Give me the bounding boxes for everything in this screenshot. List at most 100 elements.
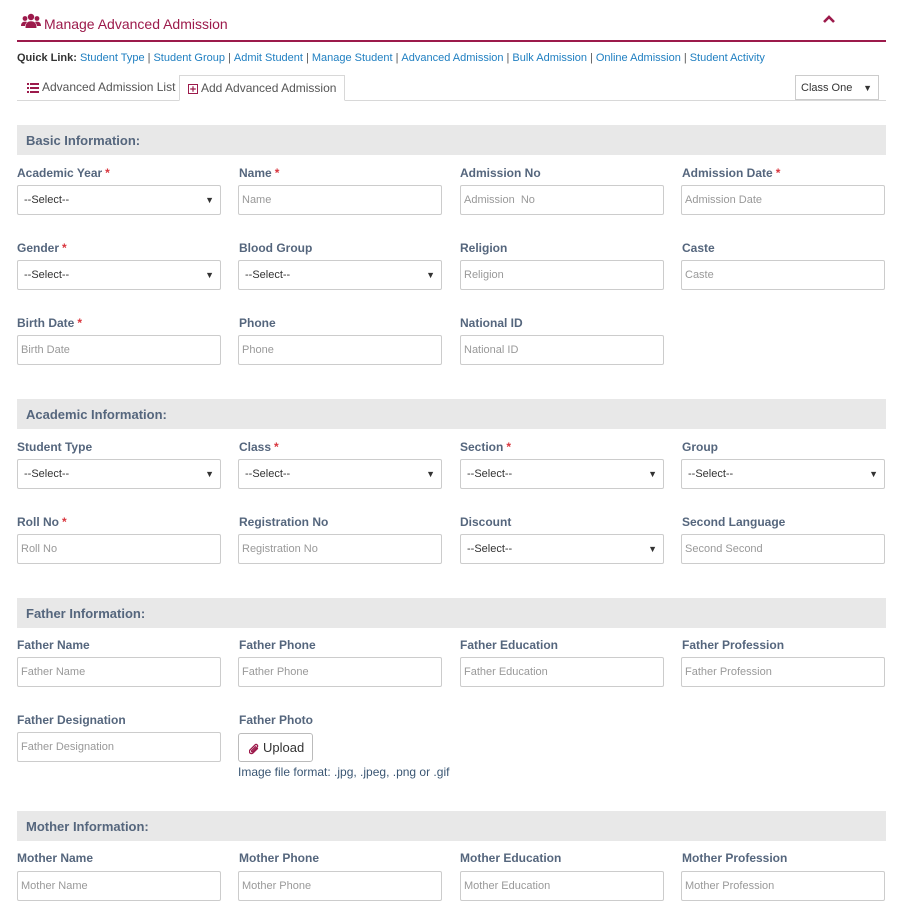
father-name-label: Father Name bbox=[17, 638, 90, 652]
blood-group-select[interactable]: --Select-- ▼ bbox=[238, 260, 442, 290]
birth-date-label: Birth Date * bbox=[17, 316, 83, 330]
caret-down-icon: ▼ bbox=[869, 469, 878, 479]
religion-label: Religion bbox=[460, 241, 508, 255]
section-select[interactable]: --Select-- ▼ bbox=[460, 459, 664, 489]
quick-link-online-admission[interactable]: Online Admission bbox=[596, 52, 681, 64]
caret-down-icon: ▼ bbox=[205, 270, 214, 280]
separator: | bbox=[228, 52, 231, 64]
tab-advanced-admission-list[interactable]: Advanced Admission List bbox=[17, 75, 183, 99]
gender-label: Gender * bbox=[17, 241, 67, 255]
panel-header: Manage Advanced Admission bbox=[17, 0, 886, 42]
father-designation-label: Father Designation bbox=[17, 713, 126, 727]
father-photo-label: Father Photo bbox=[239, 713, 313, 727]
mother-education-input[interactable] bbox=[460, 871, 664, 901]
mother-profession-input[interactable] bbox=[681, 871, 885, 901]
section-basic-information: Basic Information: bbox=[17, 125, 886, 155]
registration-no-input[interactable] bbox=[238, 534, 442, 564]
separator: | bbox=[506, 52, 510, 64]
roll-no-label: Roll No * bbox=[17, 515, 67, 529]
name-input[interactable] bbox=[238, 185, 442, 215]
father-phone-label: Father Phone bbox=[239, 638, 316, 652]
image-format-hint: Image file format: .jpg, .jpeg, .png or … bbox=[238, 765, 450, 779]
national-id-input[interactable] bbox=[460, 335, 664, 365]
discount-label: Discount bbox=[460, 515, 512, 529]
father-name-input[interactable] bbox=[17, 657, 221, 687]
roll-no-input[interactable] bbox=[17, 534, 221, 564]
caste-input[interactable] bbox=[681, 260, 885, 290]
class-filter-select[interactable]: Class One ▼ bbox=[795, 75, 879, 100]
father-profession-label: Father Profession bbox=[682, 638, 785, 652]
father-education-label: Father Education bbox=[460, 638, 559, 652]
separator: | bbox=[147, 52, 151, 64]
class-filter-value: Class One bbox=[801, 82, 853, 94]
separator: | bbox=[395, 52, 399, 64]
caste-label: Caste bbox=[682, 241, 715, 255]
father-phone-input[interactable] bbox=[238, 657, 442, 687]
blood-group-label: Blood Group bbox=[239, 241, 313, 255]
class-label: Class * bbox=[239, 440, 279, 454]
quick-link-label: Quick Link: bbox=[17, 52, 77, 64]
tab-bar: Advanced Admission List Add Advanced Adm… bbox=[17, 75, 886, 101]
father-photo-upload-button[interactable]: Upload bbox=[238, 733, 313, 762]
second-language-input[interactable] bbox=[681, 534, 885, 564]
student-type-select[interactable]: --Select-- ▼ bbox=[17, 459, 221, 489]
admission-no-input[interactable] bbox=[460, 185, 664, 215]
separator: | bbox=[590, 52, 593, 64]
mother-phone-input[interactable] bbox=[238, 871, 442, 901]
quick-link-student-group[interactable]: Student Group bbox=[153, 52, 225, 64]
quick-link-bulk-admission[interactable]: Bulk Admission bbox=[512, 52, 587, 64]
quick-link-admit-student[interactable]: Admit Student bbox=[234, 52, 303, 64]
caret-down-icon: ▼ bbox=[648, 544, 657, 554]
tab-label: Add Advanced Admission bbox=[201, 81, 337, 95]
father-designation-input[interactable] bbox=[17, 732, 221, 762]
users-icon bbox=[21, 13, 41, 28]
plus-square-icon bbox=[188, 83, 198, 94]
student-type-label: Student Type bbox=[17, 440, 93, 454]
section-title: Academic Information: bbox=[26, 407, 167, 422]
group-select[interactable]: --Select-- ▼ bbox=[681, 459, 885, 489]
registration-no-label: Registration No bbox=[239, 515, 329, 529]
list-icon bbox=[27, 82, 39, 93]
mother-profession-label: Mother Profession bbox=[682, 851, 788, 865]
group-label: Group bbox=[682, 440, 718, 454]
mother-name-input[interactable] bbox=[17, 871, 221, 901]
section-label: Section * bbox=[460, 440, 512, 454]
tab-label: Advanced Admission List bbox=[42, 80, 176, 94]
father-education-input[interactable] bbox=[460, 657, 664, 687]
section-title: Mother Information: bbox=[26, 819, 149, 834]
quick-links: Quick Link: Student Type | Student Group | A… bbox=[17, 52, 765, 64]
section-father-information: Father Information: bbox=[17, 598, 886, 628]
chevron-up-icon[interactable] bbox=[822, 14, 836, 24]
quick-link-student-type[interactable]: Student Type bbox=[80, 52, 145, 64]
second-language-label: Second Language bbox=[682, 515, 786, 529]
page-title: Manage Advanced Admission bbox=[44, 16, 228, 32]
caret-down-icon: ▼ bbox=[426, 270, 435, 280]
paperclip-icon bbox=[248, 743, 259, 754]
caret-down-icon: ▼ bbox=[205, 195, 214, 205]
birth-date-input[interactable] bbox=[17, 335, 221, 365]
caret-down-icon: ▼ bbox=[648, 469, 657, 479]
class-select[interactable]: --Select-- ▼ bbox=[238, 459, 442, 489]
separator: | bbox=[683, 52, 687, 64]
name-label: Name * bbox=[239, 166, 280, 180]
mother-education-label: Mother Education bbox=[460, 851, 562, 865]
caret-down-icon: ▼ bbox=[426, 469, 435, 479]
quick-link-manage-student[interactable]: Manage Student bbox=[312, 52, 393, 64]
religion-input[interactable] bbox=[460, 260, 664, 290]
father-profession-input[interactable] bbox=[681, 657, 885, 687]
gender-select[interactable]: --Select-- ▼ bbox=[17, 260, 221, 290]
discount-select[interactable]: --Select-- ▼ bbox=[460, 534, 664, 564]
upload-label: Upload bbox=[263, 740, 305, 755]
section-title: Basic Information: bbox=[26, 133, 141, 148]
quick-link-student-activity[interactable]: Student Activity bbox=[690, 52, 765, 64]
phone-input[interactable] bbox=[238, 335, 442, 365]
caret-down-icon: ▼ bbox=[205, 469, 214, 479]
tab-add-advanced-admission[interactable]: Add Advanced Admission bbox=[179, 75, 346, 101]
academic-year-label: Academic Year * bbox=[17, 166, 110, 180]
academic-year-select[interactable]: --Select-- ▼ bbox=[17, 185, 221, 215]
admission-date-input[interactable] bbox=[681, 185, 885, 215]
quick-link-advanced-admission[interactable]: Advanced Admission bbox=[401, 52, 503, 64]
mother-name-label: Mother Name bbox=[17, 851, 94, 865]
admission-no-label: Admission No bbox=[460, 166, 541, 180]
caret-down-icon: ▼ bbox=[863, 83, 872, 93]
